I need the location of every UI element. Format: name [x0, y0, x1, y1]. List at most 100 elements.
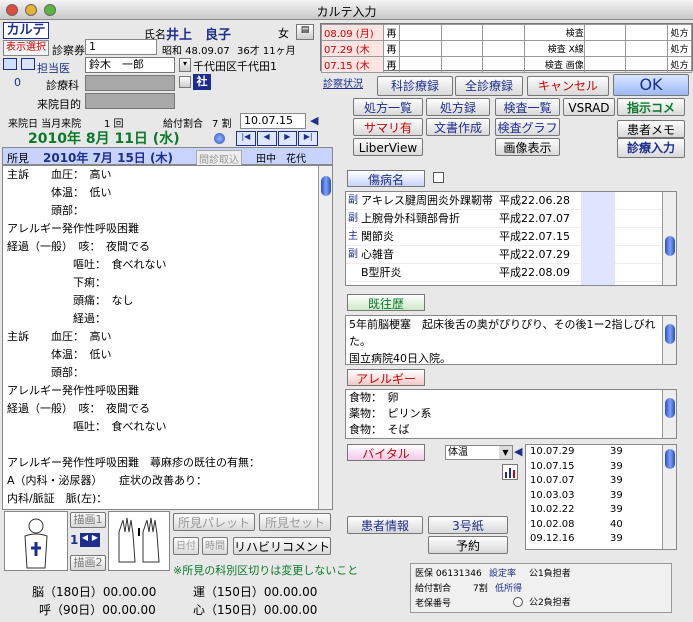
disease-row[interactable]: 副 アキレス腱周囲炎外踝靭帯 平成22.06.28: [346, 192, 676, 210]
date-picker-icon[interactable]: ◀: [310, 114, 318, 127]
history-row[interactable]: 07.15 (木 再 検査 画像 処方: [321, 56, 692, 73]
draw1-button[interactable]: 描画1: [70, 512, 106, 528]
disease-row[interactable]: 主 関節炎 平成22.07.15: [346, 228, 676, 246]
dept-dropdown-icon[interactable]: [179, 76, 191, 88]
vital-button[interactable]: バイタル: [347, 444, 425, 461]
reserve-button[interactable]: 予約: [428, 536, 508, 554]
history-exam[interactable]: 検査 X線: [523, 40, 585, 57]
history-rx[interactable]: 処方: [667, 56, 692, 73]
vital-row[interactable]: 10.07.29 39: [526, 445, 676, 460]
cancel-button[interactable]: キャンセル: [527, 76, 609, 96]
hands-figure-image[interactable]: [108, 511, 170, 571]
history-date[interactable]: 08.09 (月): [321, 24, 384, 41]
vsrad-button[interactable]: VSRAD: [563, 98, 615, 116]
doc-create-button[interactable]: 文書作成: [426, 118, 490, 136]
purpose-field[interactable]: [85, 93, 175, 109]
vital-row[interactable]: 10.07.07 39: [526, 474, 676, 489]
date-button[interactable]: 日付: [173, 537, 199, 555]
disease-row[interactable]: B型肝炎 平成22.08.09: [346, 264, 676, 282]
disease-row[interactable]: 副 上腕骨外科頸部骨折 平成22.07.07: [346, 210, 676, 228]
history-date[interactable]: 07.29 (木: [321, 40, 384, 57]
ok-button[interactable]: OK: [613, 74, 689, 96]
liberview-button[interactable]: LiberView: [353, 138, 423, 156]
exam-graph-button[interactable]: 検査グラフ: [495, 118, 560, 136]
findings-scroll-thumb[interactable]: [321, 176, 331, 196]
vital-row[interactable]: 10.02.22 39: [526, 503, 676, 518]
allergy-button[interactable]: アレルギー: [347, 369, 425, 386]
disease-scrollbar[interactable]: [662, 192, 676, 285]
summary-button[interactable]: サマリ有: [353, 118, 423, 136]
draw2-button[interactable]: 描画2: [70, 555, 106, 571]
vital-select[interactable]: 体温 ▼: [445, 445, 513, 460]
findings-note: ※所見の科別区切りは変更しないこと: [173, 564, 359, 577]
next-page-icon[interactable]: ▶: [277, 131, 298, 146]
dept-field[interactable]: [85, 75, 175, 91]
disease-row[interactable]: 副 心雑音 平成22.07.29: [346, 246, 676, 264]
date-input[interactable]: 10.07.15: [240, 113, 306, 129]
vital-row[interactable]: 10.03.03 39: [526, 489, 676, 504]
history-rx[interactable]: 処方: [667, 40, 692, 57]
exam-list-button[interactable]: 検査一覧: [495, 98, 560, 116]
purpose-label: 来院目的: [37, 98, 81, 111]
vital-row[interactable]: 10.07.15 39: [526, 460, 676, 475]
history-date[interactable]: 07.15 (木: [321, 56, 384, 73]
order-comment-button[interactable]: 指示コメ: [617, 98, 685, 116]
rx-list-button[interactable]: 処方一覧: [353, 98, 423, 116]
patient-info-button[interactable]: 患者情報: [347, 516, 423, 534]
vital-select-arrow-icon[interactable]: ◀: [514, 445, 522, 458]
last-page-icon[interactable]: ▶|: [298, 131, 318, 146]
vital-scroll-thumb[interactable]: [665, 449, 675, 469]
history-row[interactable]: 08.09 (月) 再 検査 処方: [321, 24, 692, 41]
findings-textarea[interactable]: 主訴 血圧： 高い 体温： 低い 頭部： アレルギー発作性呼吸困難 経過（一般） 咳…: [2, 165, 333, 510]
all-record-button[interactable]: 全診療録: [455, 76, 523, 96]
findings-scrollbar[interactable]: [318, 166, 332, 509]
image-view-button[interactable]: 画像表示: [495, 138, 560, 156]
draw-prev-icon[interactable]: ◀: [80, 533, 90, 547]
first-page-icon[interactable]: |◀: [236, 131, 256, 146]
diag-input-button[interactable]: 診療入力: [617, 138, 685, 158]
past-record-button[interactable]: 科診療録: [377, 76, 453, 96]
disease-checkbox[interactable]: [433, 172, 444, 183]
insurance-input[interactable]: 1: [85, 39, 157, 55]
allergy-textarea[interactable]: 食物： 卵薬物： ピリン系 食物： そば: [345, 389, 677, 439]
past-history-textarea[interactable]: 5年前脳梗塞 起床後舌の奥がぴりぴり、その後1ー2指しびれた。 国立病院40日入院…: [345, 315, 677, 365]
history-cell: [625, 56, 668, 73]
status-link[interactable]: 診察状況: [323, 75, 363, 90]
vital-dropdown-icon[interactable]: ▼: [499, 446, 512, 459]
history-exam[interactable]: 検査: [523, 24, 585, 41]
display-select-button[interactable]: 表示選択: [3, 40, 49, 56]
disease-button[interactable]: 傷病名: [347, 170, 425, 187]
allergy-scroll-thumb[interactable]: [665, 398, 675, 418]
draw-next-icon[interactable]: ▶: [90, 533, 100, 547]
form3-button[interactable]: 3号紙: [428, 516, 508, 534]
vital-scrollbar[interactable]: [662, 445, 676, 549]
findings-palette-button[interactable]: 所見パレット: [173, 513, 255, 531]
rehab-comment-button[interactable]: リハビリコメント: [233, 537, 331, 555]
monitor-icon[interactable]: [3, 58, 17, 70]
past-scroll-thumb[interactable]: [665, 324, 675, 344]
vital-table[interactable]: 10.07.29 39 10.07.15 39 10.07.07 39 10.03.0…: [525, 444, 677, 550]
vital-row[interactable]: 09.12.16 39: [526, 532, 676, 547]
info-icon[interactable]: ▤: [296, 24, 314, 40]
today-dot-icon[interactable]: [214, 133, 225, 144]
rx-record-button[interactable]: 処方録: [426, 98, 490, 116]
vital-row[interactable]: 10.02.08 40: [526, 518, 676, 533]
disease-list[interactable]: 副 アキレス腱周囲炎外踝靭帯 平成22.06.28 副 上腕骨外科頸部骨折 平成2…: [345, 191, 677, 286]
doctor-dropdown-icon[interactable]: ▾: [179, 58, 191, 72]
prev-page-icon[interactable]: ◀: [256, 131, 277, 146]
past-scrollbar[interactable]: [662, 316, 676, 364]
card-icon[interactable]: [21, 58, 35, 70]
history-rx[interactable]: 処方: [667, 24, 692, 41]
body-figure-image[interactable]: [4, 511, 68, 571]
findings-set-button[interactable]: 所見セット: [259, 513, 331, 531]
disease-scroll-thumb[interactable]: [665, 236, 675, 256]
allergy-scrollbar[interactable]: [662, 390, 676, 438]
kohi2-radio[interactable]: [513, 597, 523, 607]
patient-memo-button[interactable]: 患者メモ: [617, 120, 685, 138]
history-exam[interactable]: 検査 画像: [523, 56, 585, 73]
past-history-button[interactable]: 既往歴: [347, 294, 425, 311]
doctor-input[interactable]: 鈴木 一郎: [85, 57, 175, 73]
vital-graph-icon[interactable]: [502, 464, 518, 480]
history-row[interactable]: 07.29 (木 再 検査 X線 処方: [321, 40, 692, 57]
time-button[interactable]: 時間: [202, 537, 228, 555]
